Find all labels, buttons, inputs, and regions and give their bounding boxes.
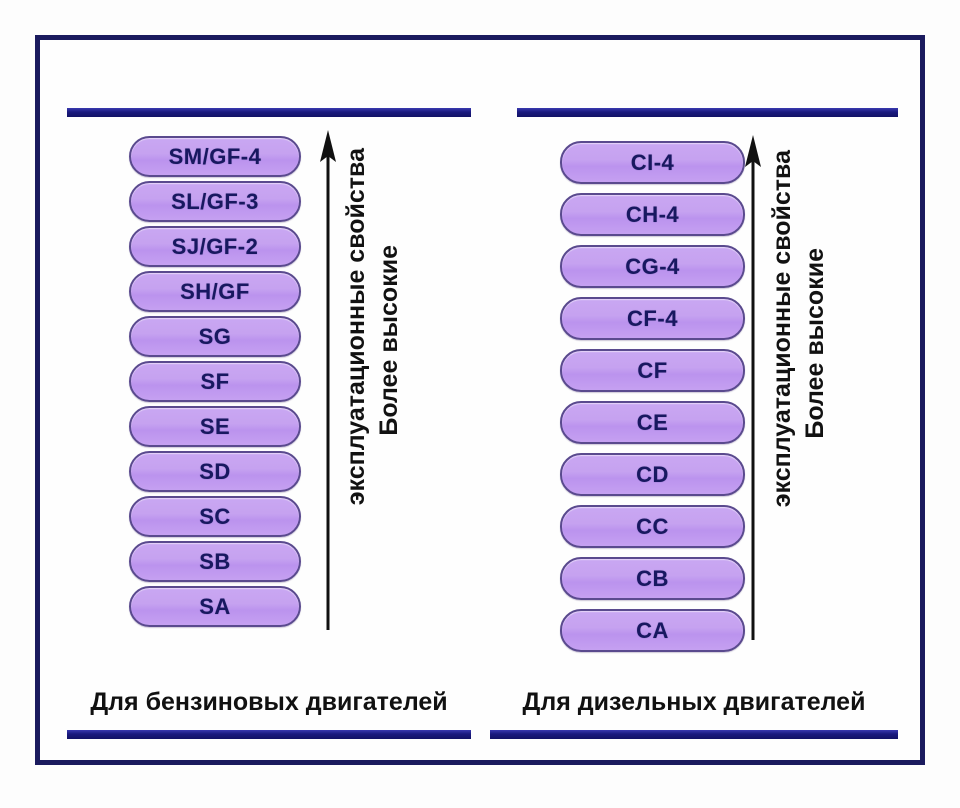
grade-pill[interactable]: SA	[129, 586, 301, 627]
grade-pill[interactable]: CF	[560, 349, 745, 392]
grade-pill[interactable]: CG-4	[560, 245, 745, 288]
arrow-caption-diesel-line2: Более высокие	[801, 248, 829, 439]
bottom-rule-gasoline	[67, 730, 471, 739]
grade-pill[interactable]: CC	[560, 505, 745, 548]
grade-pill[interactable]: CI-4	[560, 141, 745, 184]
arrow-caption-diesel-line1: эксплуатационные свойства	[768, 150, 796, 508]
column-diesel: CI-4 CH-4 CG-4 CF-4 CF CE CD CC CB CA эк…	[490, 100, 898, 739]
grade-pill[interactable]: CE	[560, 401, 745, 444]
grade-pill[interactable]: CD	[560, 453, 745, 496]
arrow-caption-gasoline-line2: Более высокие	[375, 245, 403, 436]
grade-pill[interactable]: CA	[560, 609, 745, 652]
arrow-caption-gasoline-line1: эксплуатационные свойства	[342, 148, 370, 506]
bottom-rule-diesel	[490, 730, 898, 739]
top-rule-gasoline	[67, 108, 471, 117]
grade-pill[interactable]: CF-4	[560, 297, 745, 340]
grade-stack-gasoline: SM/GF-4 SL/GF-3 SJ/GF-2 SH/GF SG SF SE S…	[129, 136, 301, 627]
grade-pill[interactable]: SF	[129, 361, 301, 402]
grade-stack-diesel: CI-4 CH-4 CG-4 CF-4 CF CE CD CC CB CA	[560, 141, 745, 652]
grade-pill[interactable]: SE	[129, 406, 301, 447]
column-caption-diesel: Для дизельных двигателей	[522, 688, 866, 716]
grade-pill[interactable]: CB	[560, 557, 745, 600]
grade-pill[interactable]: SH/GF	[129, 271, 301, 312]
column-gasoline: SM/GF-4 SL/GF-3 SJ/GF-2 SH/GF SG SF SE S…	[67, 100, 472, 739]
diagram-canvas: SM/GF-4 SL/GF-3 SJ/GF-2 SH/GF SG SF SE S…	[0, 0, 960, 808]
diagram-frame: SM/GF-4 SL/GF-3 SJ/GF-2 SH/GF SG SF SE S…	[35, 35, 925, 765]
up-arrow-icon-diesel	[740, 135, 766, 640]
grade-pill[interactable]: SL/GF-3	[129, 181, 301, 222]
grade-pill[interactable]: SM/GF-4	[129, 136, 301, 177]
grade-pill[interactable]: SC	[129, 496, 301, 537]
grade-pill[interactable]: CH-4	[560, 193, 745, 236]
grade-pill[interactable]: SJ/GF-2	[129, 226, 301, 267]
up-arrow-icon-gasoline	[315, 130, 341, 630]
grade-pill[interactable]: SG	[129, 316, 301, 357]
grade-pill[interactable]: SB	[129, 541, 301, 582]
grade-pill[interactable]: SD	[129, 451, 301, 492]
top-rule-diesel	[517, 108, 898, 117]
column-caption-gasoline: Для бензиновых двигателей	[90, 688, 448, 716]
